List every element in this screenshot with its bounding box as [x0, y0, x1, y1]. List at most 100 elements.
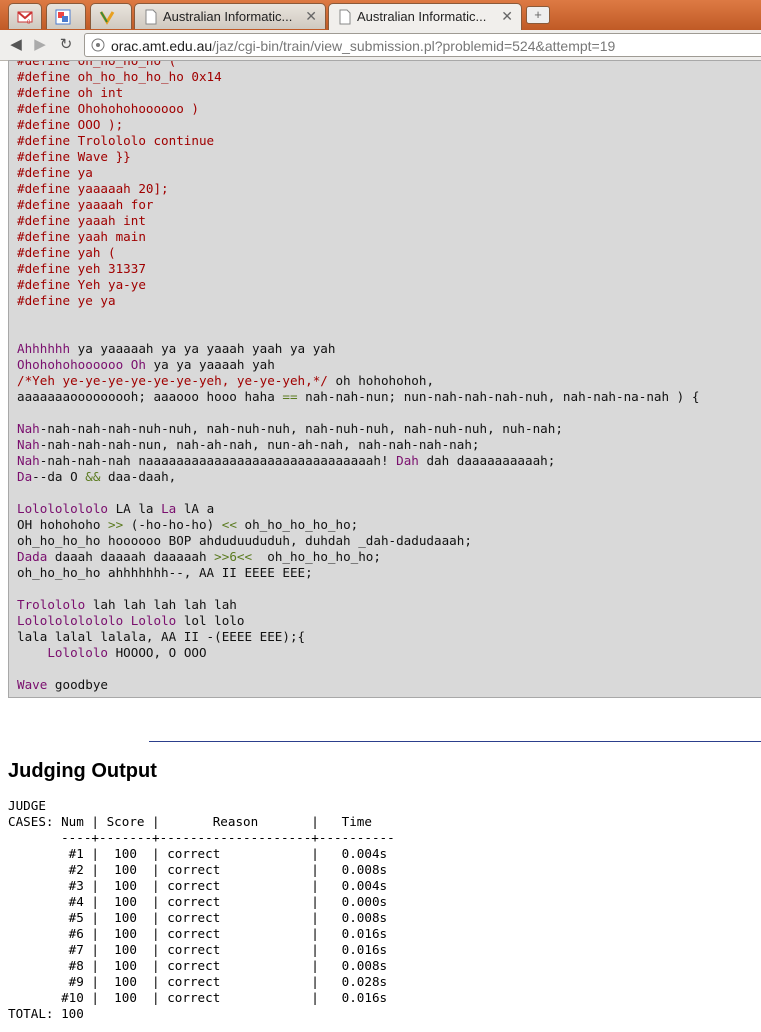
- code-line: #define ye ya: [17, 293, 699, 309]
- code-token: Oh: [130, 357, 146, 372]
- code-line: #define yeh 31337: [17, 261, 699, 277]
- code-line: #define oh_ho_ho_ho (: [17, 60, 699, 69]
- code-line: #define yaah main: [17, 229, 699, 245]
- gmail-icon: 0: [17, 11, 33, 25]
- code-token: nah-nah-nun; nun-nah-nah-nah-nuh, nah-na…: [297, 389, 700, 404]
- tab-reader[interactable]: [46, 3, 86, 29]
- code-token: #define oh_ho_ho_ho_ho 0x14: [17, 69, 222, 84]
- code-line: Da--da O && daa-daah,: [17, 469, 699, 485]
- code-token: <<: [221, 517, 237, 532]
- code-token: Ahhhhhh: [17, 341, 71, 356]
- page-icon: [339, 9, 351, 25]
- code-token: daa-daah,: [100, 469, 177, 484]
- code-line: Ohohohohoooooo Oh ya ya yaaaah yah: [17, 357, 699, 373]
- toolbar: ◀ ▶ ↻ orac.amt.edu.au/jaz/cgi-bin/train/…: [0, 30, 761, 61]
- code-token: --da O: [32, 469, 86, 484]
- code-token: #define Wave }}: [17, 149, 131, 164]
- code-line: aaaaaaaooooooooh; aaaooo hooo haha == na…: [17, 389, 699, 405]
- code-token: #define ya: [17, 165, 93, 180]
- code-line: #define Yeh ya-ye: [17, 277, 699, 293]
- address-bar[interactable]: orac.amt.edu.au/jaz/cgi-bin/train/view_s…: [84, 33, 761, 57]
- code-token: Dada: [17, 549, 48, 564]
- code-token: #define yeh 31337: [17, 261, 146, 276]
- tab-colorful[interactable]: [90, 3, 132, 29]
- source-code-box: #define oh_ho_ho_ho ( #define oh_ho_ho_h…: [8, 60, 761, 698]
- page-icon: [91, 38, 105, 52]
- reader-icon: [55, 9, 71, 25]
- code-line: Trolololo lah lah lah lah lah: [17, 597, 699, 613]
- close-icon[interactable]: ✕: [305, 8, 317, 25]
- code-token: &&: [85, 469, 101, 484]
- code-line: #define Wave }}: [17, 149, 699, 165]
- tab-gmail[interactable]: 0: [8, 3, 42, 29]
- code-token: (-ho-ho-ho): [123, 517, 222, 532]
- code-token: #define yaaah int: [17, 213, 146, 228]
- code-token: -nah-nah-nah naaaaaaaaaaaaaaaaaaaaaaaaaa…: [39, 453, 397, 468]
- code-token: LA la: [108, 501, 162, 516]
- code-token: ya yaaaaah ya ya yaaah yaah ya yah: [70, 341, 336, 356]
- code-token: oh hohohohoh,: [327, 373, 435, 388]
- code-token: lala lalal lalala, AA II -(EEEE EEE);{: [17, 629, 306, 644]
- url-path: /jaz/cgi-bin/train/view_submission.pl?pr…: [212, 38, 616, 54]
- tab-australian-2[interactable]: Australian Informatic... ✕: [328, 3, 522, 30]
- code-line: lala lalal lalala, AA II -(EEEE EEE);{: [17, 629, 699, 645]
- code-token: #define yaah main: [17, 229, 146, 244]
- code-token: -nah-nah-nah-nuh-nuh, nah-nuh-nuh, nah-n…: [39, 421, 563, 436]
- code-line: #define ya: [17, 165, 699, 181]
- code-line: #define Ohohohohoooooo ): [17, 101, 699, 117]
- code-token: HOOOO, O OOO: [108, 645, 207, 660]
- code-token: #define Ohohohohoooooo ): [17, 101, 199, 116]
- code-token: oh_ho_ho_ho_ho;: [236, 517, 359, 532]
- code-token: OH hohohoho: [17, 517, 108, 532]
- code-token: >>6<<: [214, 549, 253, 564]
- forward-icon[interactable]: ▶: [30, 35, 50, 55]
- code-token: Lolololololo: [17, 501, 108, 516]
- code-token: Da: [17, 469, 33, 484]
- code-line: OH hohohoho >> (-ho-ho-ho) << oh_ho_ho_h…: [17, 517, 699, 533]
- code-line: #define Trolololo continue: [17, 133, 699, 149]
- code-token: daaah daaaah daaaaah: [47, 549, 215, 564]
- code-token: oh_ho_ho_ho hoooooo BOP ahduduududuh, du…: [17, 533, 472, 548]
- reload-icon[interactable]: ↻: [56, 35, 76, 55]
- tab-australian-1[interactable]: Australian Informatic... ✕: [134, 3, 326, 29]
- code-token: #define yaaaah for: [17, 197, 154, 212]
- divider: [149, 741, 761, 742]
- code-line: #define oh int: [17, 85, 699, 101]
- code-token: aaaaaaaooooooooh; aaaooo hooo haha: [17, 389, 283, 404]
- code-line: Lololololololo Lololo lol lolo: [17, 613, 699, 629]
- code-line: #define yaaaah for: [17, 197, 699, 213]
- tab-title: Australian Informatic...: [163, 9, 293, 24]
- code-line: oh_ho_ho_ho ahhhhhhh--, AA II EEEE EEE;: [17, 565, 699, 581]
- code-token: ==: [282, 389, 298, 404]
- code-token: Ohohohohoooooo: [17, 357, 124, 372]
- code-line: #define yah (: [17, 245, 699, 261]
- code-line: Nah-nah-nah-nah naaaaaaaaaaaaaaaaaaaaaaa…: [17, 453, 699, 469]
- url-host: orac.amt.edu.au: [111, 38, 213, 54]
- back-icon[interactable]: ◀: [6, 35, 26, 55]
- source-code: #define oh_ho_ho_ho ( #define oh_ho_ho_h…: [17, 60, 699, 693]
- colorful-m-icon: [99, 11, 115, 25]
- code-line: Dada daaah daaaah daaaaah >>6<< oh_ho_ho…: [17, 549, 699, 565]
- code-line: Nah-nah-nah-nah-nun, nah-ah-nah, nun-ah-…: [17, 437, 699, 453]
- judging-heading: Judging Output: [8, 760, 157, 782]
- code-token: #define yah (: [17, 245, 116, 260]
- code-token: Lolololo: [47, 645, 109, 660]
- code-token: oh_ho_ho_ho_ho;: [252, 549, 381, 564]
- code-token: #define oh int: [17, 85, 124, 100]
- code-line: Wave goodbye: [17, 677, 699, 693]
- tab-title: Australian Informatic...: [357, 9, 487, 24]
- code-line: #define OOO );: [17, 117, 699, 133]
- new-tab-button[interactable]: +: [526, 6, 550, 24]
- code-token: #define Trolololo continue: [17, 133, 215, 148]
- code-token: #define oh_ho_ho_ho (: [17, 60, 184, 68]
- code-token: lA a: [176, 501, 215, 516]
- close-icon[interactable]: ✕: [501, 8, 513, 25]
